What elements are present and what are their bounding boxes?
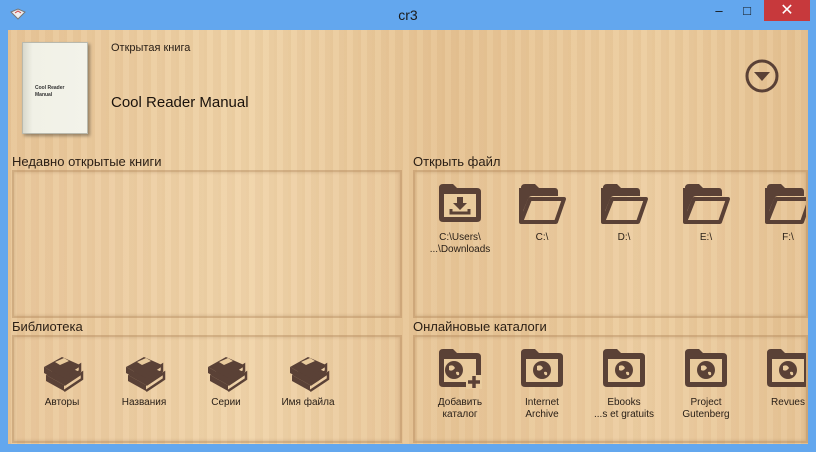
cover-text: Manual — [35, 92, 53, 98]
globe-folder-icon — [685, 349, 727, 387]
folder-item[interactable]: D:\ — [584, 180, 664, 244]
globe-folder-icon — [521, 349, 563, 387]
folder-item[interactable]: C:\ — [502, 180, 582, 244]
open-file-panel: C:\Users\ ...\Downloads C:\ D:\ E:\ F:\ — [413, 170, 808, 318]
book-cover[interactable]: Cool Reader Manual — [22, 42, 88, 134]
item-label-line1: Internet — [525, 397, 559, 408]
home-screen: Cool Reader Manual Открытая книга Cool R… — [8, 30, 808, 444]
catalog-item[interactable]: Ebooks ...s et gratuits — [584, 345, 664, 421]
item-label-line1: F:\ — [782, 232, 794, 243]
library-item[interactable]: Названия — [104, 345, 184, 409]
folder-open-icon — [519, 184, 566, 224]
online-catalogs-panel: Добавить каталог Internet Archive Ebooks ...s… — [413, 335, 808, 443]
globe-folder-add-icon — [439, 349, 482, 389]
catalog-item[interactable]: Добавить каталог — [420, 345, 500, 421]
item-label-line2: Gutenberg — [682, 409, 730, 420]
catalog-item[interactable]: Revues — [748, 345, 806, 409]
folder-item[interactable]: C:\Users\ ...\Downloads — [420, 180, 500, 256]
maximize-button[interactable]: □ — [734, 0, 760, 21]
library-item[interactable]: Имя файла — [268, 345, 348, 409]
item-label: Названия — [121, 397, 167, 408]
folder-item[interactable]: F:\ — [748, 180, 806, 244]
minimize-button[interactable]: – — [706, 0, 732, 21]
books-icon — [208, 357, 248, 393]
item-label-line1: Project — [690, 397, 722, 408]
item-label-line2: Archive — [525, 409, 559, 420]
books-icon — [290, 357, 330, 393]
item-label-line2: ...s et gratuits — [593, 409, 655, 420]
item-label-line1: E:\ — [699, 232, 713, 243]
folder-open-icon — [765, 184, 806, 224]
item-label-line1: C:\Users\ — [439, 232, 481, 243]
item-label: Имя файла — [281, 397, 335, 408]
books-icon — [44, 357, 84, 393]
library-item[interactable]: Серии — [186, 345, 266, 409]
item-label-line2: ...\Downloads — [429, 244, 491, 255]
item-label-line2: каталог — [442, 409, 478, 420]
library-item[interactable]: Авторы — [22, 345, 102, 409]
folder-open-icon — [683, 184, 730, 224]
recent-books-panel — [12, 170, 402, 318]
folder-item[interactable]: E:\ — [666, 180, 746, 244]
library-panel: Авторы Названия Серии Имя файла — [12, 335, 402, 443]
menu-dropdown-icon[interactable] — [745, 59, 779, 93]
recent-books-label: Недавно открытые книги — [12, 154, 162, 169]
close-button[interactable]: ✕ — [764, 0, 810, 21]
item-label-line1: C:\ — [535, 232, 549, 243]
books-icon — [126, 357, 166, 393]
globe-folder-icon — [603, 349, 645, 387]
item-label: Серии — [211, 397, 241, 408]
download-folder-icon — [439, 184, 481, 222]
globe-folder-icon — [767, 349, 806, 387]
open-file-label: Открыть файл — [413, 154, 501, 169]
cover-text: Cool Reader — [35, 85, 65, 91]
current-book-title[interactable]: Cool Reader Manual — [111, 94, 249, 111]
folder-open-icon — [601, 184, 648, 224]
catalog-item[interactable]: Project Gutenberg — [666, 345, 746, 421]
item-label: Авторы — [44, 397, 80, 408]
title-bar: cr3 – □ ✕ — [0, 0, 816, 30]
online-catalogs-label: Онлайновые каталоги — [413, 319, 547, 334]
library-label: Библиотека — [12, 319, 83, 334]
window-title: cr3 — [398, 7, 418, 23]
current-book-heading: Открытая книга — [111, 42, 191, 54]
item-label-line1: Добавить — [437, 397, 483, 408]
item-label-line1: Revues — [771, 397, 805, 408]
item-label-line1: Ebooks — [607, 397, 641, 408]
item-label-line1: D:\ — [617, 232, 631, 243]
catalog-item[interactable]: Internet Archive — [502, 345, 582, 421]
